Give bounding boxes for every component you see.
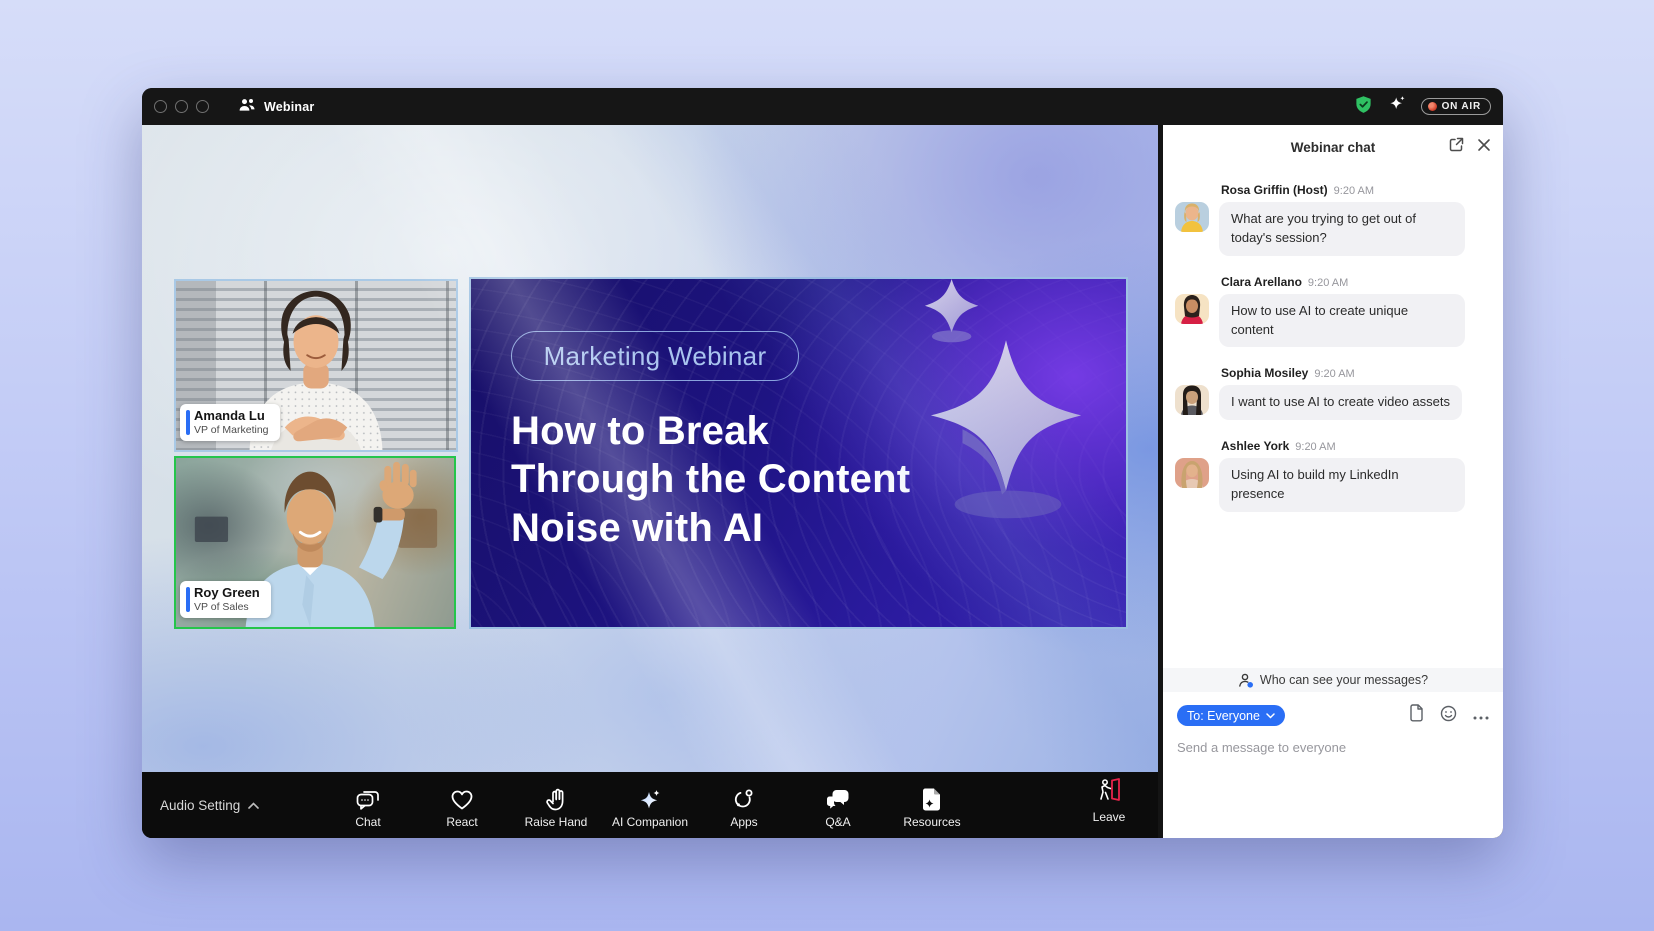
toolbar-react-button[interactable]: React [419, 782, 505, 829]
pop-out-icon[interactable] [1448, 136, 1465, 158]
toolbar-ai-companion-button[interactable]: AI Companion [607, 782, 693, 829]
chevron-up-icon [248, 802, 259, 809]
chat-message: Clara Arellano9:20 AM How to use AI to c… [1175, 275, 1489, 348]
chat-bubble-icon [355, 788, 381, 812]
webinar-stage: Amanda Lu VP of Marketing [142, 125, 1158, 838]
chat-message-list[interactable]: Rosa Griffin (Host)9:20 AM What are you … [1163, 169, 1503, 668]
apps-icon [732, 788, 756, 812]
security-shield-icon[interactable] [1354, 95, 1373, 119]
presentation-slide[interactable]: Marketing Webinar How to Break Through t… [469, 277, 1128, 629]
window-close-button[interactable] [154, 100, 167, 113]
speaker-tile-roy[interactable]: Roy Green VP of Sales [174, 456, 456, 629]
name-tag-amanda: Amanda Lu VP of Marketing [180, 404, 280, 441]
message-bubble: I want to use AI to create video assets [1219, 385, 1462, 420]
message-time: 9:20 AM [1334, 185, 1374, 197]
webinar-chat-panel: Webinar chat [1163, 125, 1503, 838]
audio-setting-button[interactable]: Audio Setting [160, 798, 259, 813]
ai-companion-titlebar-icon[interactable] [1387, 94, 1407, 119]
window-minimize-button[interactable] [175, 100, 188, 113]
message-author: Rosa Griffin (Host)9:20 AM [1221, 183, 1489, 197]
message-bubble: What are you trying to get out of today'… [1219, 202, 1465, 256]
to-everyone-dropdown[interactable]: To: Everyone [1177, 705, 1285, 726]
speaker-role: VP of Sales [194, 601, 260, 613]
message-bubble: How to use AI to create unique content [1219, 294, 1465, 348]
document-sparkle-icon [921, 788, 943, 812]
message-author: Ashlee York9:20 AM [1221, 439, 1489, 453]
message-author: Sophia Mosiley9:20 AM [1221, 366, 1489, 380]
chat-message-input[interactable] [1177, 740, 1489, 755]
speaker-role: VP of Marketing [194, 424, 269, 436]
toolbar-qa-button[interactable]: Q&A [795, 782, 881, 829]
avatar-ashlee [1175, 458, 1209, 488]
heart-icon [450, 788, 474, 812]
chat-header: Webinar chat [1163, 125, 1503, 169]
toolbar-resources-button[interactable]: Resources [889, 782, 975, 829]
close-icon[interactable] [1477, 138, 1491, 157]
slide-badge: Marketing Webinar [511, 331, 799, 381]
toolbar-apps-button[interactable]: Apps [701, 782, 787, 829]
toolbar-raise-hand-button[interactable]: Raise Hand [513, 782, 599, 829]
slide-star-graphics [886, 279, 1126, 627]
raised-hand-icon [545, 788, 568, 812]
message-time: 9:20 AM [1308, 277, 1348, 289]
more-options-icon[interactable] [1473, 707, 1489, 725]
avatar-rosa [1175, 202, 1209, 232]
who-can-see-bar[interactable]: Who can see your messages? [1163, 668, 1503, 692]
toolbar-chat-button[interactable]: Chat [325, 782, 411, 829]
speaker-name: Amanda Lu [194, 409, 269, 424]
message-time: 9:20 AM [1314, 368, 1354, 380]
emoji-icon[interactable] [1440, 705, 1457, 727]
toolbar-leave-button[interactable]: Leave [1074, 778, 1144, 824]
message-author: Clara Arellano9:20 AM [1221, 275, 1489, 289]
qa-bubbles-icon [826, 788, 851, 812]
message-time: 9:20 AM [1295, 441, 1335, 453]
speaker-tile-amanda[interactable]: Amanda Lu VP of Marketing [174, 279, 458, 452]
meeting-toolbar: Audio Setting Chat [142, 772, 1158, 838]
on-air-dot-icon [1428, 102, 1437, 111]
slide-title: How to Break Through the Content Noise w… [511, 407, 910, 552]
chat-message: Sophia Mosiley9:20 AM I want to use AI t… [1175, 366, 1489, 420]
chat-message: Rosa Griffin (Host)9:20 AM What are you … [1175, 183, 1489, 256]
message-bubble: Using AI to build my LinkedIn presence [1219, 458, 1465, 512]
avatar-sophia [1175, 385, 1209, 415]
file-attach-icon[interactable] [1409, 704, 1424, 727]
chevron-down-icon [1266, 713, 1275, 719]
window-controls[interactable] [154, 100, 209, 113]
title-bar: Webinar ON AIR [142, 88, 1503, 125]
leave-door-icon [1096, 778, 1122, 807]
video-area: Amanda Lu VP of Marketing [142, 125, 1158, 772]
window-title: Webinar [264, 100, 315, 114]
webinar-window: Webinar ON AIR [142, 88, 1503, 838]
person-privacy-icon [1238, 673, 1254, 688]
window-zoom-button[interactable] [196, 100, 209, 113]
sparkle-icon [637, 788, 663, 812]
speaker-name: Roy Green [194, 586, 260, 601]
name-tag-roy: Roy Green VP of Sales [180, 581, 271, 618]
on-air-badge: ON AIR [1421, 98, 1491, 115]
avatar-clara [1175, 294, 1209, 324]
participants-icon [239, 98, 256, 115]
chat-composer: To: Everyone [1163, 692, 1503, 838]
chat-message: Ashlee York9:20 AM Using AI to build my … [1175, 439, 1489, 512]
